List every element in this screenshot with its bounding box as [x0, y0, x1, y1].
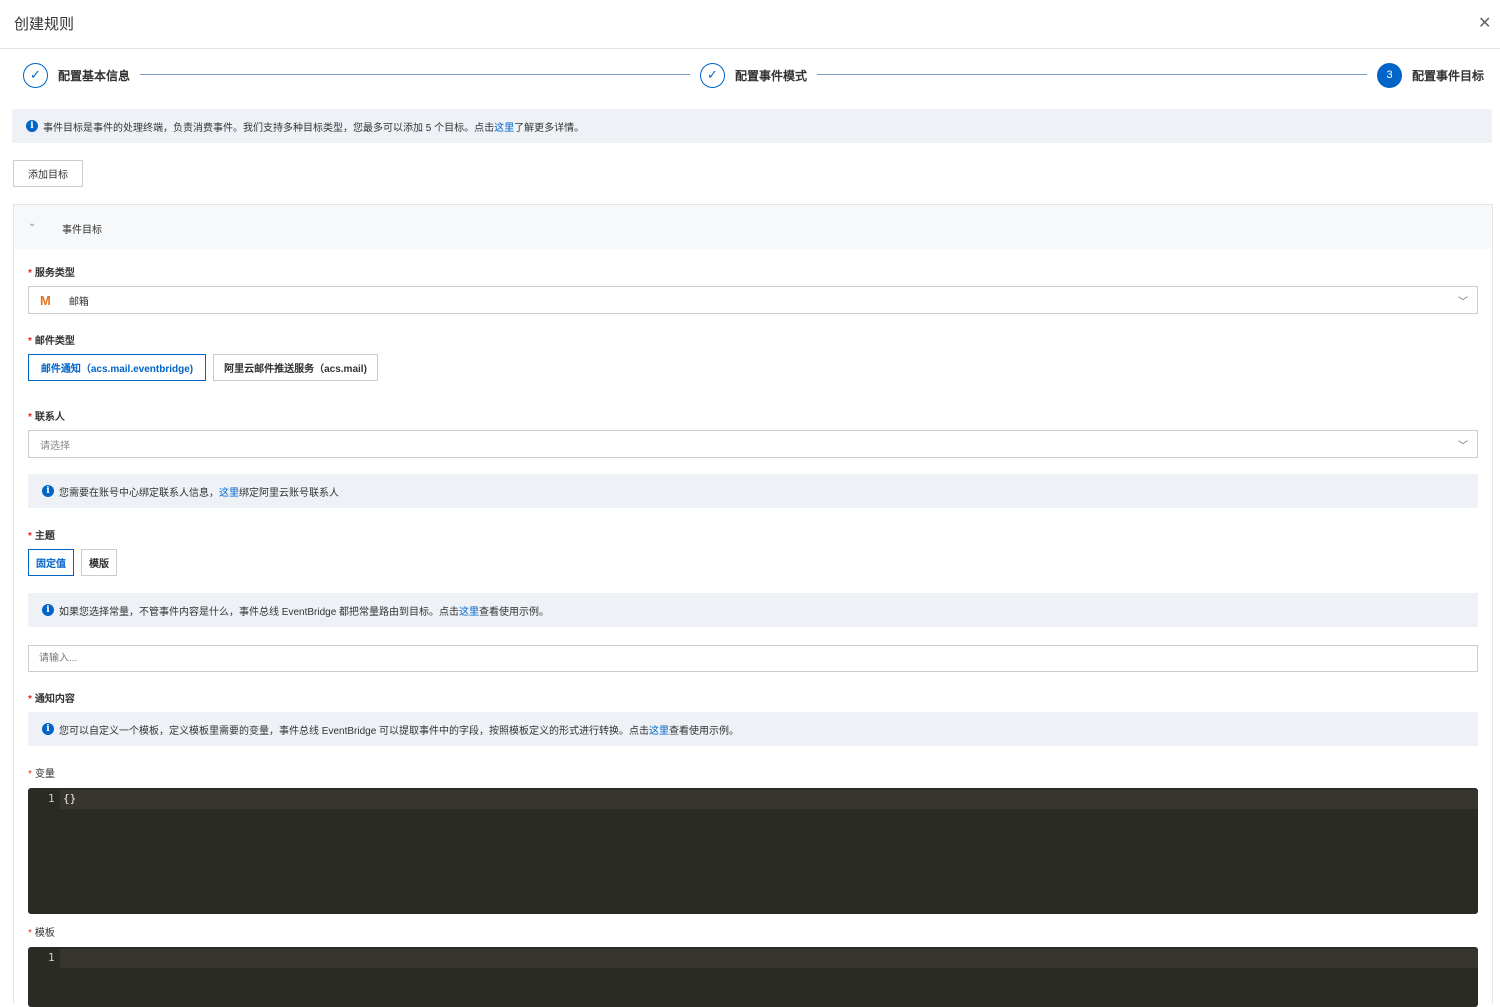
step-connector	[140, 74, 690, 75]
info-link[interactable]: 这里	[459, 603, 479, 618]
info-icon: i	[42, 604, 54, 616]
active-line	[60, 790, 1478, 809]
mail-type-option-eventbridge[interactable]: 邮件通知（acs.mail.eventbridge)	[28, 354, 206, 381]
info-link[interactable]: 这里	[649, 722, 669, 737]
contact-select[interactable]: 请选择 ﹀	[28, 430, 1478, 458]
step-1: ✓ 配置基本信息	[23, 62, 130, 88]
subject-option-template[interactable]: 模版	[81, 549, 117, 576]
info-suffix: 查看使用示例。	[479, 606, 550, 618]
info-text: 您可以自定义一个模板，定义模板里需要的变量，事件总线 EventBridge 可…	[59, 725, 650, 737]
info-icon: i	[26, 120, 38, 132]
panel-header[interactable]: ⌄ 事件目标	[14, 205, 1492, 249]
dialog-title: 创建规则	[14, 16, 75, 33]
intro-info: i 事件目标是事件的处理终端，负责消费事件。我们支持多种目标类型，您最多可以添加 …	[12, 109, 1492, 143]
info-icon: i	[42, 485, 54, 497]
add-target-button[interactable]: 添加目标	[13, 160, 83, 187]
code-text: {}	[63, 792, 77, 805]
info-link[interactable]: 这里	[494, 119, 514, 134]
check-icon: ✓	[23, 62, 48, 88]
mail-type-label: * 邮件类型	[28, 336, 75, 347]
info-text: 事件目标是事件的处理终端，负责消费事件。我们支持多种目标类型，您最多可以添加 5…	[43, 122, 495, 134]
info-suffix: 了解更多详情。	[514, 122, 585, 134]
template-editor[interactable]: 1	[28, 947, 1478, 1007]
step-label: 配置事件目标	[1412, 68, 1485, 83]
step-label: 配置事件模式	[735, 68, 808, 83]
subject-input[interactable]	[28, 645, 1478, 672]
content-label: * 通知内容	[28, 694, 75, 705]
info-text: 您需要在账号中心绑定联系人信息，	[59, 487, 219, 499]
variables-label: * 变量	[28, 769, 55, 780]
line-number: 1	[48, 792, 55, 805]
contact-label: * 联系人	[28, 412, 65, 423]
info-icon: i	[42, 723, 54, 735]
dialog-header	[0, 0, 1500, 49]
mail-type-option-acs-mail[interactable]: 阿里云邮件推送服务（acs.mail)	[213, 354, 378, 381]
active-line	[60, 949, 1478, 968]
subject-info: i 如果您选择常量，不管事件内容是什么，事件总线 EventBridge 都把常量…	[28, 593, 1478, 627]
step-3: 3 配置事件目标	[1377, 62, 1484, 88]
chevron-down-icon: ﹀	[1458, 297, 1468, 308]
chevron-down-icon[interactable]: ⌄	[28, 218, 36, 229]
info-text: 如果您选择常量，不管事件内容是什么，事件总线 EventBridge 都把常量路…	[59, 606, 460, 618]
select-value: 邮箱	[68, 296, 89, 308]
chevron-down-icon: ﹀	[1458, 441, 1468, 452]
step-number: 3	[1377, 62, 1402, 88]
check-icon: ✓	[700, 62, 725, 88]
template-label: * 模板	[28, 928, 55, 939]
subject-label: * 主题	[28, 531, 55, 542]
contact-info: i 您需要在账号中心绑定联系人信息， 这里 绑定阿里云账号联系人	[28, 474, 1478, 508]
service-type-select[interactable]: M 邮箱 ﹀	[28, 286, 1478, 314]
select-placeholder: 请选择	[40, 440, 70, 452]
step-connector	[817, 74, 1367, 75]
step-2: ✓ 配置事件模式	[700, 62, 807, 88]
mail-logo-icon: M	[40, 292, 51, 308]
service-type-label: * 服务类型	[28, 268, 75, 279]
line-number: 1	[48, 951, 55, 964]
subject-option-fixed[interactable]: 固定值	[28, 549, 74, 576]
info-link[interactable]: 这里	[219, 484, 239, 499]
close-icon[interactable]: ✕	[1478, 13, 1491, 33]
info-suffix: 绑定阿里云账号联系人	[239, 487, 339, 499]
content-info: i 您可以自定义一个模板，定义模板里需要的变量，事件总线 EventBridge …	[28, 712, 1478, 746]
step-label: 配置基本信息	[58, 68, 131, 83]
variables-editor[interactable]: 1 {}	[28, 788, 1478, 914]
info-suffix: 查看使用示例。	[669, 725, 740, 737]
panel-title: 事件目标	[62, 225, 102, 236]
